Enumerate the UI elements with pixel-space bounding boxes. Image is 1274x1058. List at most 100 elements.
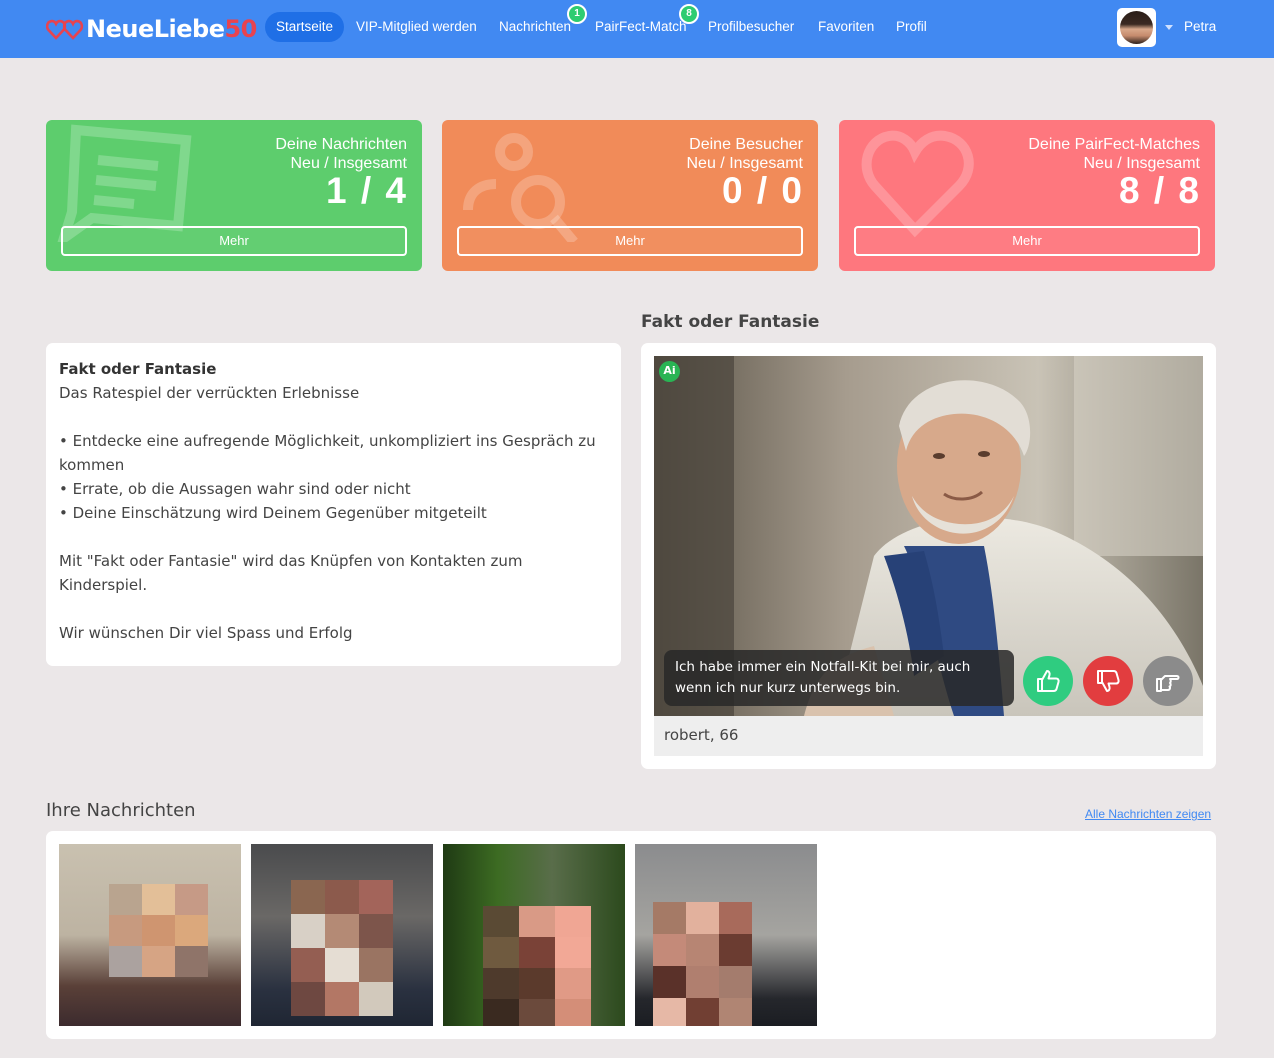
face-pixel — [519, 906, 555, 937]
nav-vip[interactable]: VIP-Mitglied werden — [356, 12, 477, 42]
face-pixel — [653, 902, 686, 934]
message-thumbnail[interactable] — [59, 844, 241, 1026]
face-pixel — [555, 906, 591, 937]
avatar-image — [1120, 11, 1153, 44]
face-pixel — [291, 880, 325, 914]
nav-nachrichten[interactable]: Nachrichten 1 — [499, 4, 587, 42]
nav-nachrichten-label: Nachrichten — [499, 19, 572, 34]
messages-card-value: 1 / 4 — [326, 170, 408, 211]
face-pixel — [359, 914, 393, 948]
face-pixel — [142, 915, 175, 946]
face-pixel — [519, 968, 555, 999]
matches-more-button[interactable]: Mehr — [854, 226, 1200, 256]
fakt-statement: Ich habe immer ein Notfall-Kit bei mir, … — [664, 650, 1014, 706]
visitors-stat-card: Deine Besucher Neu / Insgesamt 0 / 0 Meh… — [442, 120, 818, 271]
nav-favoriten[interactable]: Favoriten — [818, 12, 874, 42]
profile-caption[interactable]: robert, 66 — [654, 716, 1203, 756]
fakt-card: Ai Ich habe immer ein Notfall-Kit bei mi… — [641, 343, 1216, 769]
face-pixel — [483, 906, 519, 937]
fakt-heading: Fakt oder Fantasie — [641, 312, 820, 332]
face-pixel — [175, 946, 208, 977]
face-pixel — [359, 948, 393, 982]
face-pixel — [325, 880, 359, 914]
face-pixel — [555, 999, 591, 1026]
face-pixel — [325, 948, 359, 982]
nachrichten-count-badge: 1 — [567, 4, 587, 24]
top-navbar: NeueLiebe50 Startseite VIP-Mitglied werd… — [0, 0, 1274, 58]
face-pixel — [109, 915, 142, 946]
logo-text: NeueLiebe50 — [86, 15, 257, 43]
pairfect-count-badge: 8 — [679, 4, 699, 24]
point-right-icon — [1156, 675, 1180, 692]
messages-more-button[interactable]: Mehr — [61, 226, 407, 256]
face-pixel — [555, 937, 591, 968]
face-pixel — [325, 982, 359, 1016]
fakt-info-panel: Fakt oder Fantasie Das Ratespiel der ver… — [46, 343, 621, 666]
logo[interactable]: NeueLiebe50 — [46, 14, 257, 44]
face-pixel — [291, 948, 325, 982]
face-pixel — [555, 968, 591, 999]
info-bullet: • Deine Einschätzung wird Deinem Gegenüb… — [59, 504, 487, 522]
face-pixel — [483, 968, 519, 999]
user-name[interactable]: Petra — [1184, 19, 1216, 34]
face-pixel — [142, 884, 175, 915]
nav-pairfect-match[interactable]: PairFect-Match 8 — [595, 4, 699, 42]
info-title: Fakt oder Fantasie — [59, 360, 217, 378]
face-pixel — [686, 934, 719, 966]
message-thumbnail[interactable] — [251, 844, 433, 1026]
skip-button[interactable] — [1143, 656, 1193, 706]
face-pixel — [719, 902, 752, 934]
message-icon — [57, 124, 192, 242]
face-pixel — [653, 966, 686, 998]
face-pixel — [291, 982, 325, 1016]
messages-card-title: Deine Nachrichten Neu / Insgesamt — [275, 136, 407, 172]
fantasie-button[interactable] — [1083, 656, 1133, 706]
face-pixel — [175, 884, 208, 915]
thumbs-down-icon — [1097, 670, 1120, 692]
face-pixel — [686, 998, 719, 1026]
visitors-card-title: Deine Besucher Neu / Insgesamt — [686, 136, 804, 172]
matches-card-value: 8 / 8 — [1119, 170, 1201, 211]
message-thumbnail[interactable] — [635, 844, 817, 1026]
all-messages-link[interactable]: Alle Nachrichten zeigen — [1085, 807, 1211, 821]
face-pixel — [483, 999, 519, 1026]
nav-profil[interactable]: Profil — [896, 12, 927, 42]
face-pixel — [291, 914, 325, 948]
nav-pairfect-label: PairFect-Match — [595, 19, 687, 34]
messages-heading: Ihre Nachrichten — [46, 800, 196, 821]
nav-profilbesucher[interactable]: Profilbesucher — [708, 12, 794, 42]
face-pixel — [686, 966, 719, 998]
ai-badge: Ai — [659, 361, 680, 382]
info-bullet: • Entdecke eine aufregende Möglichkeit, … — [59, 432, 596, 474]
matches-stat-card: Deine PairFect-Matches Neu / Insgesamt 8… — [839, 120, 1215, 271]
face-pixel — [519, 937, 555, 968]
info-bullet: • Errate, ob die Aussagen wahr sind oder… — [59, 480, 411, 498]
face-pixel — [109, 884, 142, 915]
face-pixel — [483, 937, 519, 968]
face-pixel — [653, 934, 686, 966]
matches-card-title: Deine PairFect-Matches Neu / Insgesamt — [1028, 136, 1200, 172]
info-subtitle: Das Ratespiel der verrückten Erlebnisse — [59, 384, 360, 402]
face-pixel — [359, 880, 393, 914]
face-pixel — [359, 982, 393, 1016]
visitors-more-button[interactable]: Mehr — [457, 226, 803, 256]
face-pixel — [653, 998, 686, 1026]
info-closing: Wir wünschen Dir viel Spass und Erfolg — [59, 624, 353, 642]
face-pixel — [109, 946, 142, 977]
face-pixel — [142, 946, 175, 977]
face-pixel — [175, 915, 208, 946]
face-pixel — [325, 914, 359, 948]
heart-icon — [861, 130, 974, 238]
fakt-button[interactable] — [1023, 656, 1073, 706]
profile-photo[interactable]: Ai Ich habe immer ein Notfall-Kit bei mi… — [654, 356, 1203, 716]
nav-startseite[interactable]: Startseite — [265, 12, 345, 42]
message-thumbnail[interactable] — [443, 844, 625, 1026]
caret-down-icon[interactable] — [1165, 25, 1173, 30]
user-avatar[interactable] — [1117, 8, 1156, 47]
visitors-card-value: 0 / 0 — [722, 170, 804, 211]
info-paragraph: Mit "Fakt oder Fantasie" wird das Knüpfe… — [59, 552, 523, 594]
messages-stat-card: Deine Nachrichten Neu / Insgesamt 1 / 4 … — [46, 120, 422, 271]
thumbs-up-icon — [1037, 670, 1060, 692]
face-pixel — [686, 902, 719, 934]
messages-panel — [46, 831, 1216, 1039]
